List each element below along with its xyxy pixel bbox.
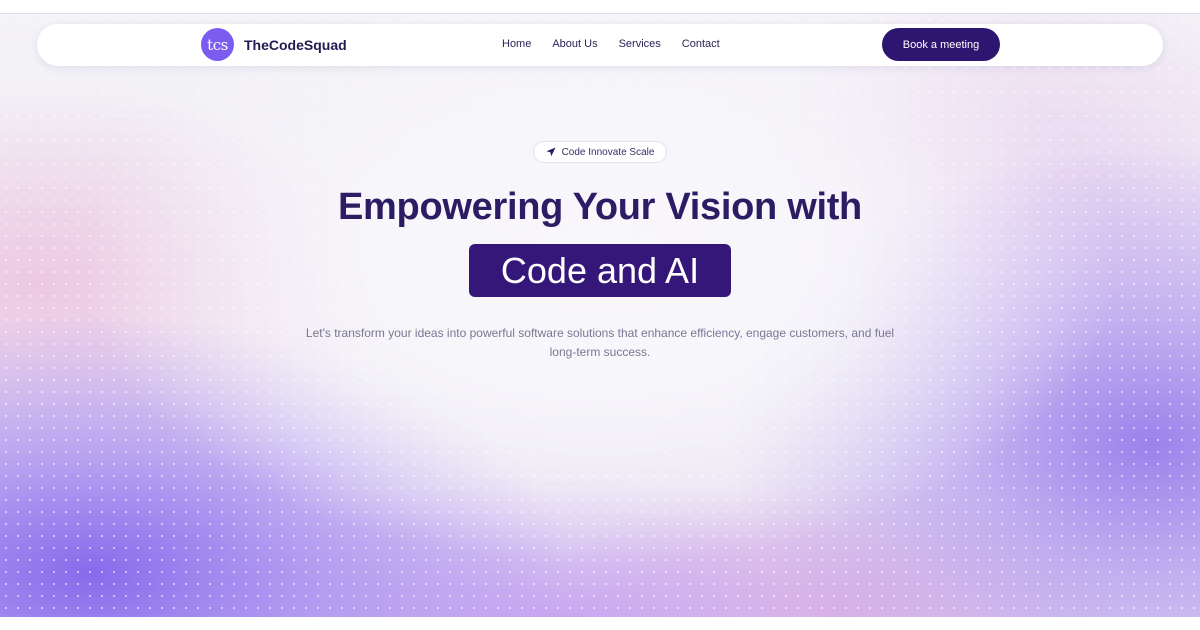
badge-text: Code Innovate Scale xyxy=(561,146,655,158)
nav-links: Home About Us Services Contact xyxy=(502,38,741,50)
dot-pattern-background xyxy=(0,14,1200,617)
nav-link-home[interactable]: Home xyxy=(502,38,531,50)
nav-link-about-us[interactable]: About Us xyxy=(552,38,597,50)
nav-link-contact[interactable]: Contact xyxy=(682,38,720,50)
hero-highlight: Code and AI xyxy=(469,244,731,297)
brand-name[interactable]: TheCodeSquad xyxy=(244,37,347,53)
tagline-badge: Code Innovate Scale xyxy=(533,141,667,163)
nav-link-services[interactable]: Services xyxy=(619,38,661,50)
book-meeting-button[interactable]: Book a meeting xyxy=(882,28,1000,61)
navbar: tcs TheCodeSquad Home About Us Services … xyxy=(37,24,1163,66)
hero-headline: Empowering Your Vision with xyxy=(338,186,862,228)
logo-icon[interactable]: tcs xyxy=(201,28,234,61)
send-arrow-icon xyxy=(546,147,556,157)
page-frame: tcs TheCodeSquad Home About Us Services … xyxy=(0,13,1200,617)
hero-subtext: Let's transform your ideas into powerful… xyxy=(305,326,895,359)
